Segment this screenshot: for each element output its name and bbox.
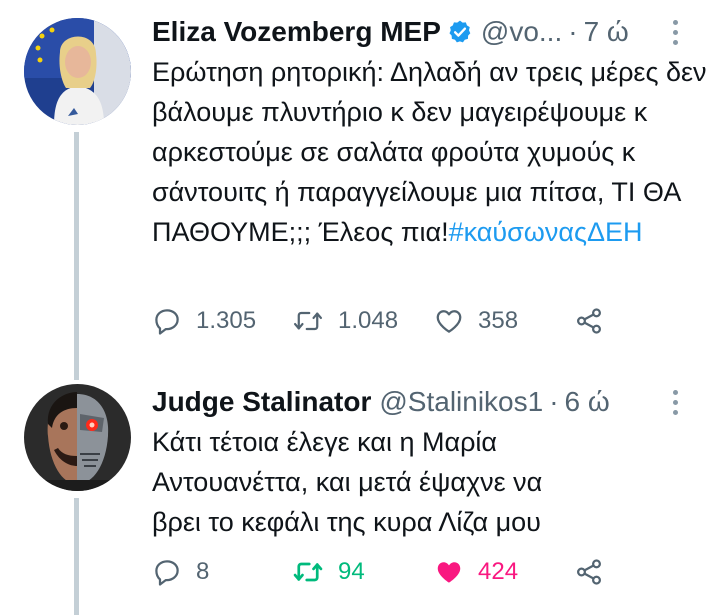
more-options-icon[interactable]	[673, 19, 678, 45]
reply-icon	[152, 306, 182, 336]
retweet-button[interactable]: 1.048	[292, 306, 434, 336]
tweet[interactable]: Eliza Vozemberg MEP @vo... · 7 ώ Ερώτηση…	[0, 0, 720, 360]
tweet-actions: 1.305 1.048 358	[152, 306, 604, 336]
like-icon	[434, 306, 464, 336]
share-button[interactable]	[574, 557, 604, 587]
reply-count: 1.305	[196, 307, 257, 334]
tweet-content: Judge Stalinator @Stalinikos1 · 6 ώ Κάτι…	[152, 382, 706, 542]
thread-line	[74, 498, 79, 615]
like-button[interactable]: 358	[434, 306, 574, 336]
hashtag-link[interactable]: #καύσωναςΔΕΗ	[449, 217, 643, 247]
tweet-actions: 8 94 424	[152, 557, 604, 587]
tweet[interactable]: Judge Stalinator @Stalinikos1 · 6 ώ Κάτι…	[0, 360, 720, 615]
separator-dot: ·	[549, 386, 559, 417]
tweet-header: Judge Stalinator @Stalinikos1 · 6 ώ	[152, 382, 706, 422]
retweet-count: 94	[338, 558, 365, 585]
retweet-icon	[292, 306, 324, 336]
share-button[interactable]	[574, 306, 604, 336]
share-icon	[574, 557, 604, 587]
tweet-timestamp[interactable]: 6 ώ	[565, 386, 610, 418]
like-count: 424	[478, 558, 519, 585]
author-name[interactable]: Eliza Vozemberg MEP	[152, 16, 441, 48]
retweet-count: 1.048	[338, 307, 399, 334]
thread-line	[74, 360, 79, 380]
author-handle[interactable]: @vo...	[481, 16, 562, 48]
more-options-icon[interactable]	[673, 389, 678, 415]
author-name[interactable]: Judge Stalinator	[152, 386, 371, 418]
tweet-text: Κάτι τέτοια έλεγε και η Μαρία Αντουανέττ…	[152, 427, 543, 537]
retweet-button[interactable]: 94	[292, 557, 434, 587]
reply-button[interactable]: 1.305	[152, 306, 292, 336]
avatar[interactable]	[24, 384, 131, 491]
tweet-content: Eliza Vozemberg MEP @vo... · 7 ώ Ερώτηση…	[152, 12, 707, 252]
tweet-header: Eliza Vozemberg MEP @vo... · 7 ώ	[152, 12, 706, 52]
author-handle[interactable]: @Stalinikos1	[379, 386, 543, 418]
share-icon	[574, 306, 604, 336]
tweet-text: Ερώτηση ρητορική: Δηλαδή αν τρεις μέρες …	[152, 52, 712, 252]
reply-count: 8	[196, 558, 210, 585]
avatar[interactable]	[24, 18, 131, 125]
tweet-timestamp[interactable]: 7 ώ	[584, 16, 629, 48]
separator-dot: ·	[568, 16, 578, 47]
reply-icon	[152, 557, 182, 587]
thread-line	[74, 132, 79, 360]
like-count: 358	[478, 307, 519, 334]
verified-badge-icon	[447, 19, 473, 45]
reply-button[interactable]: 8	[152, 557, 292, 587]
tweet-feed: Eliza Vozemberg MEP @vo... · 7 ώ Ερώτηση…	[0, 0, 720, 615]
like-filled-icon	[434, 557, 464, 587]
like-button[interactable]: 424	[434, 557, 574, 587]
retweet-icon	[292, 557, 324, 587]
